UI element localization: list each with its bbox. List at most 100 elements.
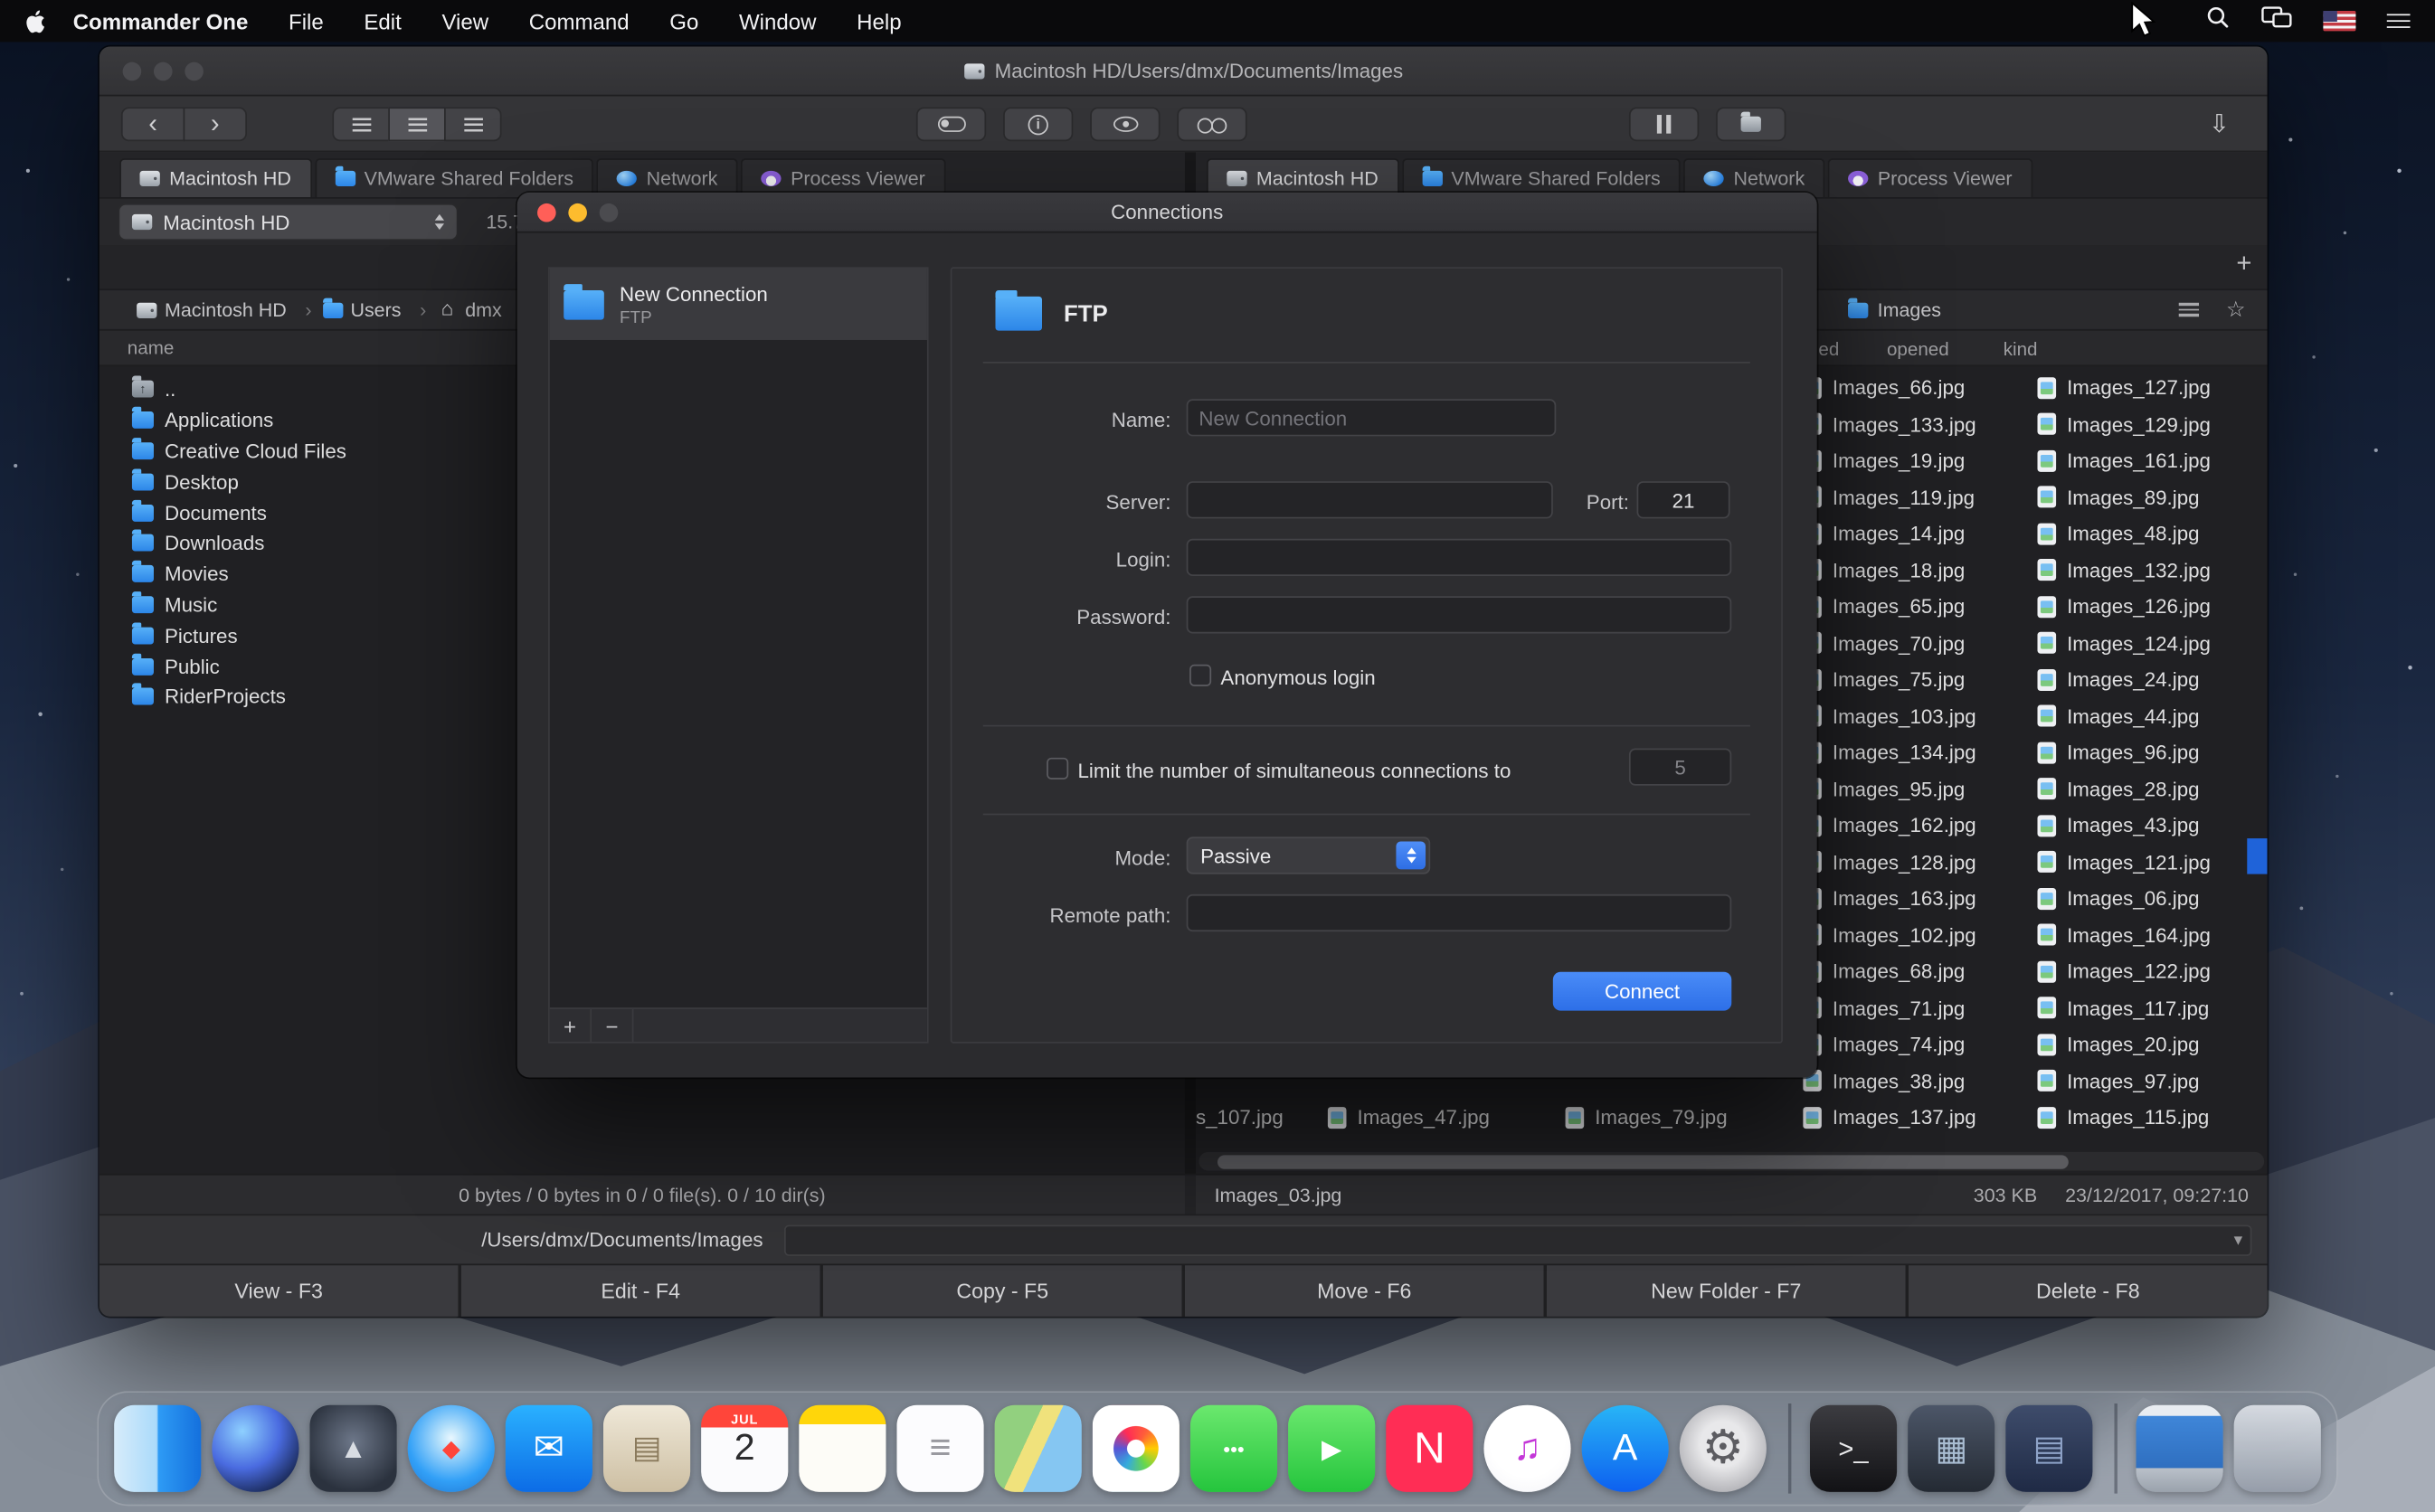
file-item[interactable]: Images_134.jpg — [1803, 734, 2036, 770]
add-connection-button[interactable]: + — [550, 1009, 592, 1042]
remote-path-input[interactable] — [1187, 894, 1732, 931]
siri-icon[interactable] — [212, 1405, 298, 1492]
port-input[interactable] — [1637, 481, 1730, 518]
menu-item[interactable]: Go — [669, 8, 698, 33]
connect-button[interactable]: Connect — [1553, 972, 1731, 1011]
file-item[interactable]: Images_164.jpg — [2037, 917, 2267, 953]
file-item[interactable]: Images_79.jpg — [1566, 1100, 1728, 1136]
title-bar[interactable]: Macintosh HD/Users/dmx/Documents/Images — [99, 47, 2268, 97]
file-item[interactable]: Images_28.jpg — [2037, 770, 2267, 807]
reminders-icon[interactable]: ≡ — [896, 1405, 983, 1492]
connection-item[interactable]: New Connection FTP — [550, 269, 927, 340]
facetime-icon[interactable]: ▶ — [1288, 1405, 1375, 1492]
file-item[interactable]: Images_121.jpg — [2037, 844, 2267, 880]
name-input[interactable] — [1187, 399, 1557, 436]
app-menu-title[interactable]: Commander One — [73, 8, 249, 33]
file-item[interactable]: Images_70.jpg — [1803, 625, 2036, 661]
file-item[interactable]: Images_75.jpg — [1803, 661, 2036, 697]
file-item[interactable]: Images_129.jpg — [2037, 406, 2267, 442]
pane-tab[interactable]: VMware Shared Folders — [315, 158, 594, 197]
file-item[interactable]: Images_20.jpg — [2037, 1026, 2267, 1063]
view-options-icon[interactable] — [2179, 303, 2199, 317]
display-app-icon[interactable] — [2137, 1405, 2223, 1492]
file-item[interactable]: Images_97.jpg — [2037, 1063, 2267, 1099]
dual-pane-button[interactable] — [1629, 107, 1699, 141]
file-item[interactable]: Images_124.jpg — [2037, 625, 2267, 661]
pane-tab[interactable]: Process Viewer — [1828, 158, 2032, 197]
anonymous-login-checkbox[interactable] — [1189, 665, 1211, 686]
function-key-button[interactable]: Move - F6 — [1185, 1265, 1544, 1317]
file-item[interactable]: Images_119.jpg — [1803, 479, 2036, 515]
file-item[interactable]: Images_133.jpg — [1803, 406, 2036, 442]
menu-item[interactable]: Window — [739, 8, 816, 33]
column-header-name[interactable]: name — [128, 337, 175, 359]
login-input[interactable] — [1187, 539, 1732, 576]
pane-tab[interactable]: Network — [1684, 158, 1825, 197]
file-item[interactable]: Images_163.jpg — [1803, 880, 2036, 916]
appstore-icon[interactable]: A — [1582, 1405, 1669, 1492]
minimize-button[interactable] — [154, 61, 173, 80]
launchpad-icon[interactable]: ▲ — [310, 1405, 397, 1492]
favorites-star-icon[interactable]: ☆ — [2226, 297, 2246, 323]
keyboard-layout-flag-icon[interactable] — [2323, 11, 2355, 31]
forward-button[interactable]: › — [184, 107, 247, 141]
preview-app-icon[interactable]: ▦ — [1908, 1405, 1994, 1492]
calendar-icon[interactable]: JUL 2 — [701, 1405, 788, 1492]
chevron-down-icon[interactable]: ▾ — [2234, 1229, 2242, 1249]
dialog-minimize-button[interactable] — [568, 203, 587, 222]
file-item[interactable]: Images_115.jpg — [2037, 1100, 2267, 1136]
menu-item[interactable]: Command — [529, 8, 630, 33]
function-key-button[interactable]: View - F3 — [99, 1265, 459, 1317]
file-item[interactable]: Images_71.jpg — [1803, 989, 2036, 1025]
file-item[interactable]: Images_96.jpg — [2037, 734, 2267, 770]
function-key-button[interactable]: New Folder - F7 — [1547, 1265, 1906, 1317]
apple-menu-icon[interactable] — [24, 8, 44, 33]
file-item[interactable]: Images_128.jpg — [1803, 844, 2036, 880]
breadcrumb-item[interactable]: Users — [323, 298, 438, 320]
itunes-icon[interactable]: ♫ — [1483, 1405, 1570, 1492]
news-icon[interactable]: N — [1386, 1405, 1473, 1492]
limit-connections-input[interactable] — [1629, 749, 1731, 786]
pane-tab[interactable]: Process Viewer — [741, 158, 945, 197]
file-item[interactable]: Images_126.jpg — [2037, 589, 2267, 625]
file-item[interactable]: Images_122.jpg — [2037, 953, 2267, 989]
file-item[interactable]: Images_137.jpg — [1803, 1100, 2036, 1136]
file-item[interactable]: Images_161.jpg — [2037, 442, 2267, 478]
displays-icon[interactable] — [2261, 5, 2292, 36]
back-button[interactable]: ‹ — [121, 107, 185, 141]
operations-queue-button[interactable]: ⇩ — [2196, 104, 2243, 145]
pane-tab[interactable]: VMware Shared Folders — [1401, 158, 1681, 197]
file-item[interactable]: Images_103.jpg — [1803, 698, 2036, 734]
file-item[interactable]: Images_132.jpg — [2037, 552, 2267, 588]
notebook-app-icon[interactable]: ▤ — [2005, 1405, 2092, 1492]
add-tab-button[interactable]: + — [2236, 250, 2251, 276]
mail-icon[interactable]: ✉ — [506, 1405, 592, 1492]
input-menu-icon[interactable] — [2387, 14, 2411, 29]
file-item[interactable]: Images_89.jpg — [2037, 479, 2267, 515]
file-item[interactable]: Images_65.jpg — [1803, 589, 2036, 625]
safari-icon[interactable]: ◆ — [408, 1405, 495, 1492]
menu-item[interactable]: View — [441, 8, 488, 33]
column-header-partial[interactable]: ed — [1818, 338, 1839, 360]
file-item[interactable]: Images_47.jpg — [1328, 1100, 1490, 1136]
connections-list-empty[interactable] — [550, 340, 927, 1007]
breadcrumb-current-folder[interactable]: Images — [1848, 290, 1941, 329]
photos-icon[interactable] — [1093, 1405, 1180, 1492]
finder-icon[interactable] — [114, 1405, 201, 1492]
breadcrumb-item[interactable]: Macintosh HD — [137, 298, 322, 320]
dialog-close-button[interactable] — [537, 203, 556, 222]
zoom-button[interactable] — [185, 61, 204, 80]
menu-item[interactable]: File — [289, 8, 324, 33]
toggle-hidden-files-button[interactable] — [916, 107, 986, 141]
pane-tab[interactable]: Macintosh HD — [119, 158, 311, 197]
info-button[interactable] — [1003, 107, 1073, 141]
file-item[interactable]: Images_102.jpg — [1803, 917, 2036, 953]
drive-selector[interactable]: Macintosh HD — [118, 203, 458, 241]
file-item[interactable]: Images_95.jpg — [1803, 770, 2036, 807]
command-input[interactable]: ▾ — [785, 1224, 2252, 1255]
server-input[interactable] — [1187, 481, 1553, 518]
file-item[interactable]: Images_14.jpg — [1803, 515, 2036, 552]
file-item[interactable]: Images_74.jpg — [1803, 1026, 2036, 1063]
file-item[interactable]: Images_38.jpg — [1803, 1063, 2036, 1099]
limit-connections-checkbox[interactable] — [1047, 758, 1068, 780]
